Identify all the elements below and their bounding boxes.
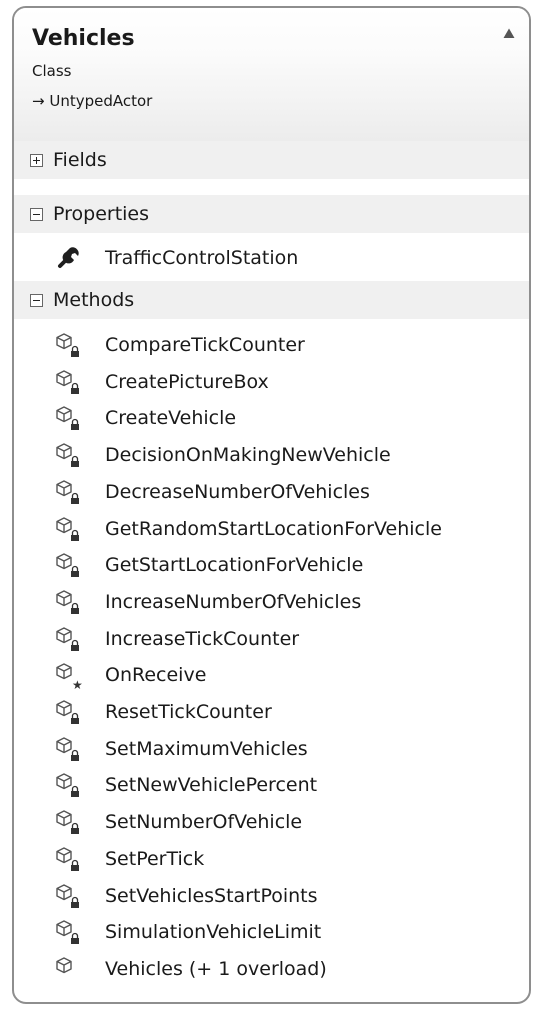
method-item[interactable]: SetNumberOfVehicle [14, 804, 529, 840]
method-item[interactable]: SetVehiclesStartPoints [14, 878, 529, 914]
section-fields-label: Fields [53, 149, 107, 171]
member-name: SetMaximumVehicles [105, 737, 308, 760]
member-name: SetPerTick [105, 847, 205, 870]
method-item[interactable]: SetMaximumVehicles [14, 731, 529, 767]
private-method-icon [54, 918, 84, 946]
property-item[interactable]: TrafficControlStation [14, 240, 529, 276]
member-name: SetNumberOfVehicle [105, 811, 303, 834]
method-item[interactable]: GetRandomStartLocationForVehicle [14, 511, 529, 547]
member-name: SetNewVehiclePercent [105, 774, 318, 797]
public-method-icon [54, 955, 84, 983]
class-name: Vehicles [32, 26, 135, 51]
svg-text:★: ★ [72, 678, 83, 689]
member-name: SimulationVehicleLimit [105, 921, 322, 944]
method-item[interactable]: CompareTickCounter [14, 327, 529, 363]
private-method-icon [54, 808, 84, 836]
private-method-icon [54, 331, 84, 359]
class-header: Vehicles Class → UntypedActor ⯅ [14, 8, 529, 141]
private-method-icon [54, 625, 84, 653]
private-method-icon [54, 404, 84, 432]
member-name: GetStartLocationForVehicle [105, 554, 364, 577]
expand-plus-icon[interactable] [30, 153, 43, 167]
private-method-icon [54, 515, 84, 543]
member-name: CompareTickCounter [105, 334, 305, 356]
member-name: DecreaseNumberOfVehicles [105, 480, 370, 503]
base-class: → UntypedActor [32, 92, 153, 110]
member-name: IncreaseNumberOfVehicles [105, 590, 362, 613]
private-method-icon [54, 735, 84, 763]
private-method-icon [54, 478, 84, 506]
private-method-icon [54, 551, 84, 579]
member-name: Vehicles (+ 1 overload) [105, 957, 327, 980]
method-item[interactable]: DecisionOnMakingNewVehicle [14, 437, 529, 473]
section-fields[interactable]: Fields [14, 141, 529, 179]
private-method-icon [54, 368, 84, 396]
method-item[interactable]: CreateVehicle [14, 400, 529, 436]
section-properties-label: Properties [53, 203, 150, 225]
private-method-icon [54, 845, 84, 873]
section-properties[interactable]: Properties [14, 195, 529, 233]
method-item[interactable]: ResetTickCounter [14, 694, 529, 730]
member-name: DecisionOnMakingNewVehicle [105, 444, 391, 467]
private-method-icon [54, 882, 84, 910]
member-name: OnReceive [105, 664, 207, 687]
method-item[interactable]: Vehicles (+ 1 overload) [14, 951, 529, 987]
member-name: TrafficControlStation [105, 247, 299, 269]
class-kind: Class [32, 62, 72, 80]
method-item[interactable]: SimulationVehicleLimit [14, 914, 529, 950]
collapse-minus-icon[interactable] [30, 293, 43, 307]
method-item[interactable]: CreatePictureBox [14, 364, 529, 400]
wrench-icon [54, 244, 84, 272]
collapse-minus-icon[interactable] [30, 207, 43, 221]
method-item[interactable]: SetNewVehiclePercent [14, 767, 529, 803]
private-method-icon [54, 771, 84, 799]
member-name: IncreaseTickCounter [105, 627, 300, 650]
method-item[interactable]: IncreaseNumberOfVehicles [14, 584, 529, 620]
private-method-icon [54, 698, 84, 726]
class-diagram-shape[interactable]: Vehicles Class → UntypedActor ⯅ Fields P… [12, 6, 531, 1004]
method-item[interactable]: GetStartLocationForVehicle [14, 547, 529, 583]
private-method-icon [54, 588, 84, 616]
collapse-chevron-icon[interactable]: ⯅ [501, 22, 517, 46]
method-item[interactable]: IncreaseTickCounter [14, 621, 529, 657]
section-methods-label: Methods [53, 289, 135, 311]
member-name: CreatePictureBox [105, 370, 269, 393]
protected-method-icon: ★ [54, 661, 84, 692]
member-name: CreateVehicle [105, 407, 237, 430]
method-item[interactable]: SetPerTick [14, 841, 529, 877]
method-item[interactable]: DecreaseNumberOfVehicles [14, 474, 529, 510]
member-name: GetRandomStartLocationForVehicle [105, 517, 442, 540]
member-name: ResetTickCounter [105, 701, 272, 723]
member-name: SetVehiclesStartPoints [105, 884, 318, 907]
section-methods[interactable]: Methods [14, 281, 529, 319]
private-method-icon [54, 441, 84, 469]
method-item[interactable]: ★ OnReceive [14, 657, 529, 693]
